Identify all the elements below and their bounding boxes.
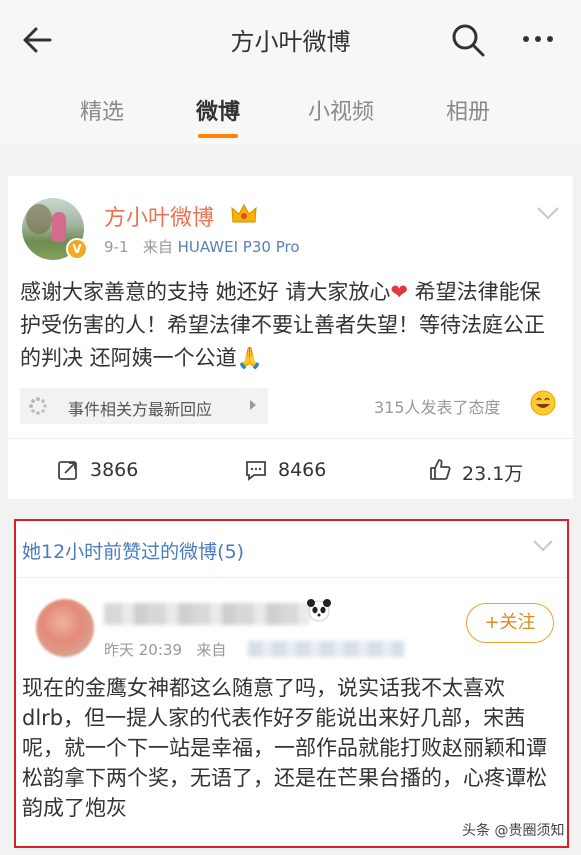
repost-count: 3866 [90,459,139,481]
profile-tabs: 精选 微博 小视频 相册 [0,80,581,144]
tab-album[interactable]: 相册 [446,94,490,126]
page-title: 方小叶微博 [230,28,351,56]
comment-button[interactable]: 8466 [246,459,327,481]
chevron-down-icon[interactable] [532,539,554,552]
topic-card[interactable]: 事件相关方最新回应 [20,388,268,424]
post-actions: 3866 8466 23.1万 [8,438,573,498]
post-meta: 9-1 来自 HUAWEI P30 Pro [104,236,300,257]
liked-post-source-prefix: 来自 [196,641,227,659]
post-source[interactable]: HUAWEI P30 Pro [178,238,300,256]
liked-weibo-section: 她12小时前赞过的微博(5) 昨天 20:39 来自 +关注 现在的金鹰女神都这… [14,519,569,848]
chevron-down-icon[interactable] [536,206,560,220]
section-divider [0,499,581,513]
tab-featured[interactable]: 精选 [80,94,124,126]
avatar[interactable] [36,599,94,657]
divider [16,577,567,578]
liked-post-time: 昨天 20:39 [104,641,182,659]
comment-count: 8466 [278,459,327,481]
heart-emoji-icon: ❤ [390,280,408,304]
section-divider [0,144,581,176]
loading-spinner-icon [29,397,47,415]
active-tab-indicator [198,134,238,138]
comment-icon [246,461,266,481]
blurred-username[interactable] [104,603,310,625]
post-source-prefix: 来自 [142,238,173,256]
post-date: 9-1 [104,238,129,256]
follow-button[interactable]: +关注 [466,603,554,643]
crown-icon [231,203,257,223]
panda-emoji-icon [307,599,331,622]
play-arrow-icon [250,400,256,410]
tab-weibo[interactable]: 微博 [196,94,240,126]
tab-short-video[interactable]: 小视频 [308,94,374,126]
thumbs-up-icon [430,459,451,480]
like-count: 23.1万 [462,463,524,485]
top-bar: 方小叶微博 [0,0,581,80]
liked-section-heading[interactable]: 她12小时前赞过的微博(5) [22,537,244,564]
repost-icon [58,461,77,480]
search-icon[interactable] [450,22,486,58]
like-button[interactable]: 23.1万 [430,459,524,486]
post-author-name[interactable]: 方小叶微博 [104,200,214,232]
attitude-count: 315人发表了态度 [374,398,501,417]
verified-badge-icon: V [66,238,88,260]
topic-label: 事件相关方最新回应 [68,400,213,419]
blurred-source [248,641,404,657]
liked-post-meta: 昨天 20:39 来自 [104,639,226,660]
more-options-icon[interactable] [518,24,558,54]
repost-button[interactable]: 3866 [58,459,139,481]
post-content: 感谢大家善意的支持 她还好 请大家放心❤ 希望法律能保护受伤害的人！希望法律不要… [20,280,545,370]
weibo-post-card[interactable]: V 方小叶微博 9-1 来自 HUAWEI P30 Pro 感谢大家善意的支持 … [8,176,573,499]
smile-emoji-icon[interactable] [530,390,556,416]
liked-post-content: 现在的金鹰女神都这么随意了吗，说实话我不太喜欢dlrb，但一提人家的代表作好歹能… [22,676,547,820]
watermark: 头条 @贵圈须知 [462,823,565,839]
